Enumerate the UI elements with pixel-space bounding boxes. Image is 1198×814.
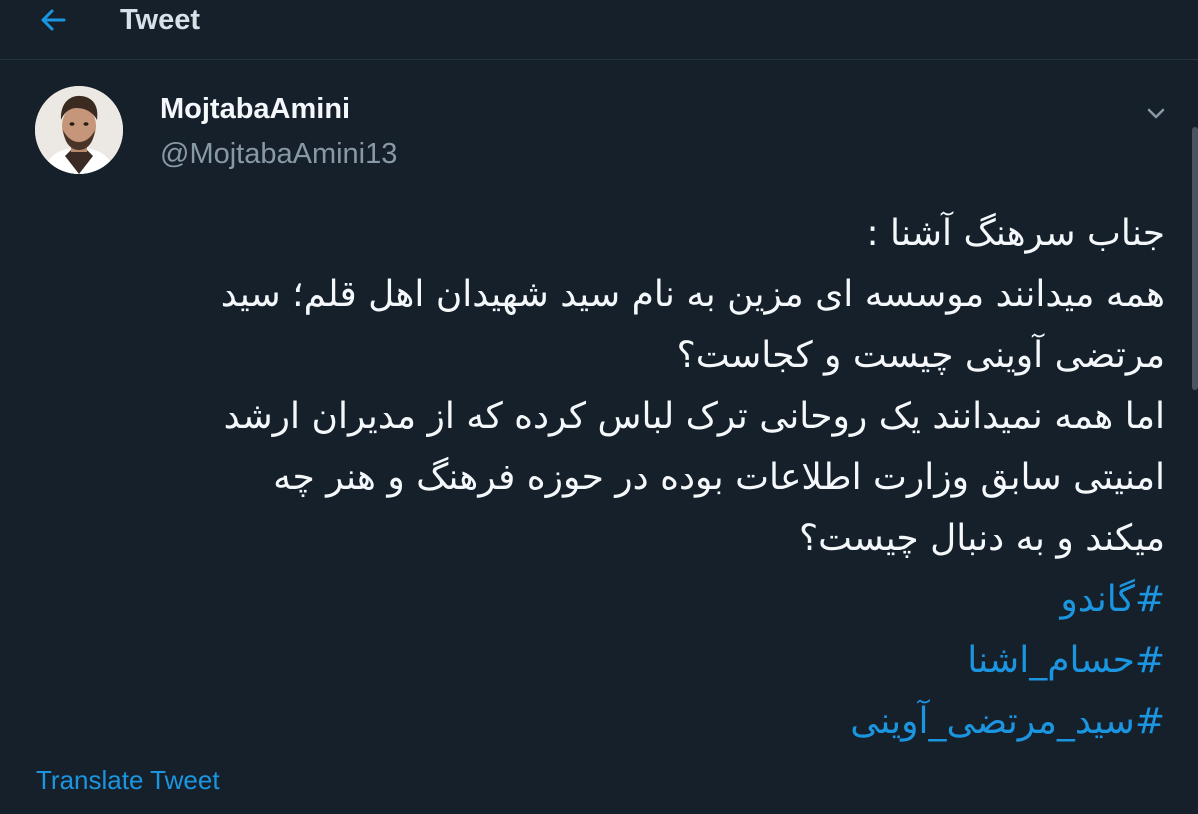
tweet-menu-button[interactable] — [1140, 100, 1172, 128]
tweet-text: جناب سرهنگ آشنا : همه میدانند موسسه ای م… — [80, 203, 1165, 752]
tweet-line: میکند و به دنبال چیست؟ — [799, 518, 1165, 559]
tweet-line: امنیتی سابق وزارت اطلاعات بوده در حوزه ف… — [273, 457, 1165, 498]
author-handle[interactable]: @MojtabaAmini13 — [160, 137, 397, 171]
avatar[interactable] — [35, 86, 123, 174]
top-bar: Tweet — [0, 0, 1198, 60]
hashtag-link[interactable]: #گاندو — [80, 569, 1165, 630]
back-button[interactable] — [30, 2, 76, 38]
hashtag-link[interactable]: #حسام_اشنا — [80, 630, 1165, 691]
translate-tweet-link[interactable]: Translate Tweet — [36, 765, 220, 795]
scrollbar[interactable] — [1192, 127, 1198, 390]
tweet-page: Tweet MojtabaAmini @MojtabaAmini13 جناب … — [0, 0, 1198, 814]
chevron-down-icon — [1147, 108, 1165, 119]
hashtag-link[interactable]: #سید_مرتضی_آوینی — [80, 691, 1165, 752]
back-arrow-icon — [41, 9, 66, 31]
page-title: Tweet — [120, 4, 201, 36]
tweet-line: همه میدانند موسسه ای مزین به نام سید شهی… — [220, 274, 1165, 315]
tweet-line: اما همه نمیدانند یک روحانی ترک لباس کرده… — [223, 396, 1165, 437]
tweet-line: مرتضی آوینی چیست و کجاست؟ — [676, 335, 1165, 376]
tweet-line: جناب سرهنگ آشنا : — [866, 213, 1165, 254]
author-display-name[interactable]: MojtabaAmini — [160, 92, 350, 126]
